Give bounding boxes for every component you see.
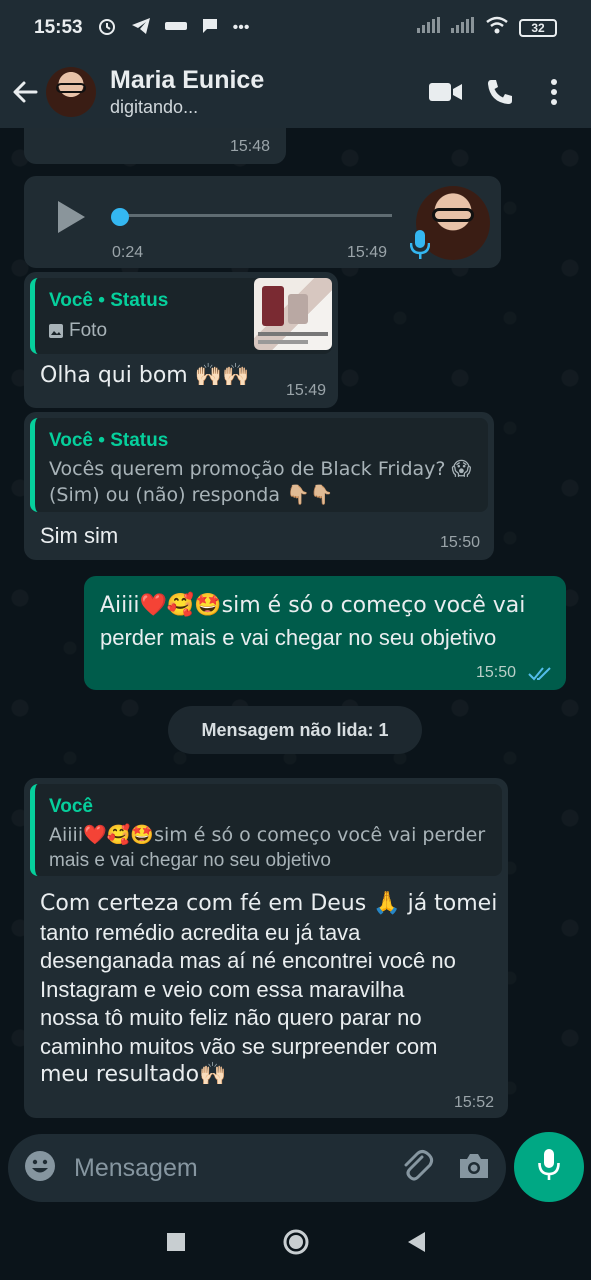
camera-icon[interactable] [458,1152,490,1185]
play-icon[interactable] [56,200,86,239]
quote-text: (Sim) ou (não) responda 👇🏼👇🏼 [49,484,334,506]
photo-icon [49,324,63,343]
ifood-icon [164,19,187,37]
message-line: Instagram e veio com essa maravilha [40,976,405,1002]
contact-info[interactable]: Maria Eunice digitando... [110,65,419,119]
outgoing-message-bubble[interactable]: Aiiii❤️🥰🤩sim é só o começo você vai perd… [84,576,566,690]
quote-text: Foto [69,320,108,341]
video-call-icon[interactable] [419,65,473,119]
chat-area[interactable]: 15:48 0:24 15:49 Você • Status Foto Olha… [0,128,591,1135]
quoted-message[interactable]: Você Aiiii❤️🥰🤩sim é só o começo você vai… [30,784,502,876]
message-text: perder mais e vai chegar no seu objetivo [100,625,497,650]
contact-name: Maria Eunice [110,66,265,94]
quote-author: Você • Status [49,430,169,451]
battery-indicator: 32 [519,19,557,37]
status-photo-thumbnail[interactable] [254,278,332,350]
telegram-icon [131,17,151,40]
wifi-icon [485,16,509,40]
system-nav-bar [0,1208,591,1280]
quote-text: Aiiii❤️🥰🤩sim é só o começo você vai perd… [49,824,486,846]
contact-status: digitando... [110,97,199,117]
audio-progress-handle[interactable] [111,208,129,226]
voice-record-button[interactable] [514,1132,584,1202]
read-ticks-icon [528,666,554,687]
message-line: meu resultado🙌🏻 [40,1062,227,1087]
message-line: tanto remédio acredita eu já tava [40,919,361,945]
quote-author: Você • Status [49,290,169,311]
message-line: nossa tô muito feliz não quero parar no [40,1005,422,1030]
message-input[interactable]: Mensagem [74,1154,402,1183]
message-bubble[interactable]: Você Aiiii❤️🥰🤩sim é só o começo você vai… [24,778,508,1118]
recents-icon[interactable] [166,1232,186,1257]
message-text: Olha qui bom 🙌🏻🙌🏻 [40,363,250,388]
quote-text: Vocês querem promoção de Black Friday? 😱 [49,458,472,480]
signal-icon [417,17,441,39]
status-bar: 15:53 ••• 32 [0,0,591,56]
contact-avatar[interactable] [46,67,96,117]
quote-text: mais e vai chegar no seu objetivo [49,850,331,871]
message-time: 15:52 [453,1094,494,1111]
chat-icon [201,17,219,40]
message-line: caminho muitos vão se surpreender com [40,1033,438,1059]
message-composer[interactable]: Mensagem [8,1134,506,1202]
signal-icon-2 [451,17,475,39]
voice-call-icon[interactable] [473,65,527,119]
message-time: 15:48 [229,138,270,155]
message-line: desenganada mas aí né encontrei você no [40,948,456,973]
message-text: Aiiii❤️🥰🤩sim é só o começo você vai [100,593,526,618]
chat-header: Maria Eunice digitando... [0,56,591,128]
quoted-message[interactable]: Você • Status Vocês querem promoção de B… [30,418,488,512]
alarm-icon [97,16,117,41]
status-time: 15:53 [34,17,83,38]
message-time: 15:49 [285,382,326,399]
message-time: 15:49 [347,244,388,261]
microphone-icon [538,1148,560,1186]
message-bubble[interactable]: 15:48 [24,128,286,164]
message-time: 15:50 [439,534,480,551]
back-arrow-icon[interactable] [10,77,40,107]
menu-icon[interactable] [527,65,581,119]
message-bubble[interactable]: Você • Status Vocês querem promoção de B… [24,412,494,560]
audio-duration: 0:24 [112,244,144,261]
audio-progress-track[interactable] [114,214,392,217]
message-time: 15:50 [476,664,517,681]
home-icon[interactable] [282,1228,310,1261]
nav-back-icon[interactable] [406,1231,426,1258]
unread-divider: Mensagem não lida: 1 [168,706,422,754]
quote-author: Você [49,796,94,817]
more-notifications-icon: ••• [232,19,250,36]
attach-icon[interactable] [402,1149,436,1188]
message-body: Com certeza com fé em Deus 🙏 já tomei ta… [40,890,497,1090]
emoji-icon[interactable] [24,1150,56,1187]
message-line: Com certeza com fé em Deus 🙏 já tomei [40,891,498,916]
mic-icon [409,230,431,265]
message-text: Sim sim [40,523,119,548]
